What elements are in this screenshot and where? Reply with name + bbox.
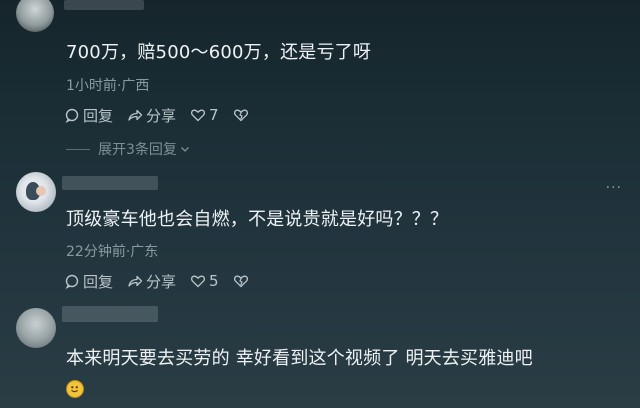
username-blurred[interactable]: [62, 306, 158, 322]
dislike-button[interactable]: [233, 107, 252, 123]
reply-button[interactable]: 回复: [64, 271, 113, 292]
emoji-face: [71, 386, 79, 393]
comment-text: 700万，赔500～600万，还是亏了呀: [66, 42, 372, 63]
username-blurred[interactable]: [62, 176, 158, 190]
share-label: 分享: [146, 106, 177, 125]
like-count: 7: [209, 106, 219, 124]
smiling-emoji-icon: [66, 380, 84, 398]
avatar[interactable]: [16, 0, 54, 32]
avatar[interactable]: [16, 308, 56, 348]
share-label: 分享: [146, 272, 177, 291]
expand-replies-button[interactable]: 展开3条回复: [66, 139, 191, 159]
comment-text: 本来明天要去买劳的 幸好看到这个视频了 明天去买雅迪吧: [66, 348, 533, 369]
comment-meta: 1小时前·广西: [66, 78, 150, 94]
reply-bubble-icon: [65, 274, 79, 289]
share-button[interactable]: 分享: [127, 105, 176, 126]
broken-heart-icon: [233, 109, 248, 122]
comment-text: 顶级豪车他也会自燃，不是说贵就是好吗？？？: [66, 209, 449, 230]
dislike-button[interactable]: [233, 273, 252, 289]
comment-actions: 回复 分享 7: [64, 104, 266, 126]
expand-divider: [66, 148, 90, 150]
share-button[interactable]: 分享: [127, 271, 176, 292]
heart-icon: [191, 109, 206, 122]
share-arrow-icon: [128, 275, 143, 287]
broken-heart-icon: [233, 275, 248, 288]
like-button[interactable]: 7: [190, 106, 219, 124]
username-blurred[interactable]: [64, 0, 144, 10]
like-count: 5: [209, 272, 219, 290]
reply-bubble-icon: [65, 108, 79, 123]
reply-button[interactable]: 回复: [64, 105, 113, 126]
like-button[interactable]: 5: [190, 272, 219, 290]
avatar[interactable]: [16, 172, 56, 212]
avatar-face: [36, 186, 46, 196]
share-arrow-icon: [128, 109, 143, 121]
expand-label: 展开3条回复: [98, 142, 177, 158]
reply-label: 回复: [83, 106, 114, 125]
more-options-button[interactable]: ···: [606, 180, 622, 196]
chevron-down-icon: [180, 147, 189, 152]
comment-actions: 回复 分享 5: [64, 270, 266, 292]
reply-label: 回复: [83, 272, 114, 291]
comment-meta: 22分钟前·广东: [66, 244, 159, 260]
heart-icon: [191, 275, 206, 288]
